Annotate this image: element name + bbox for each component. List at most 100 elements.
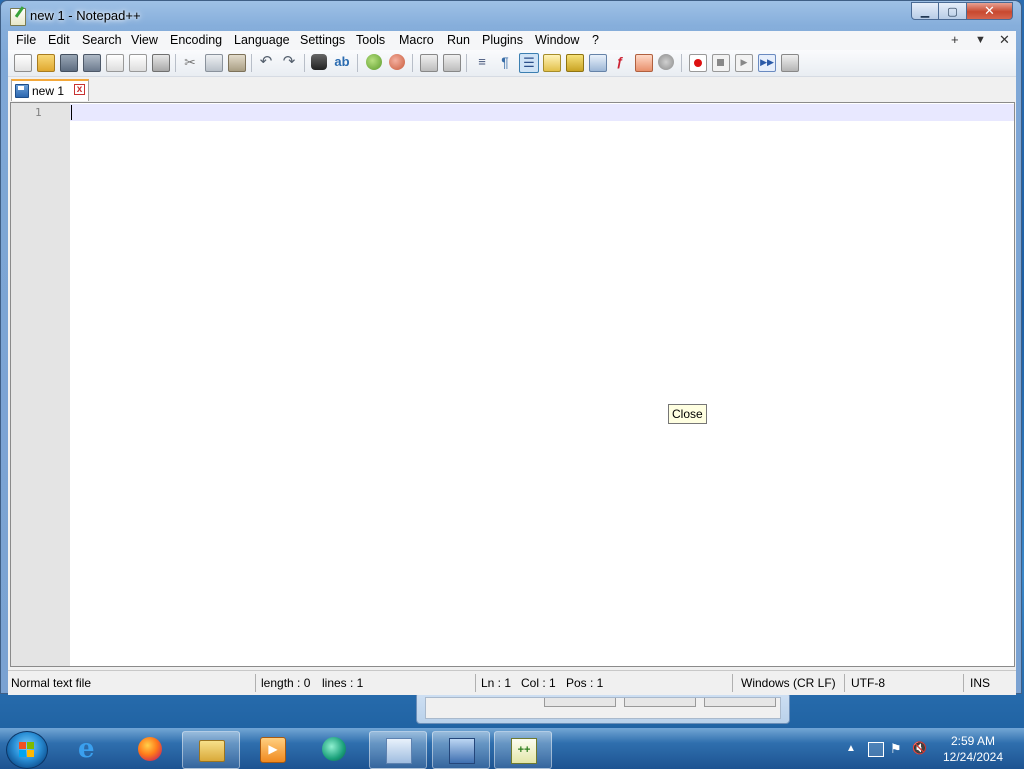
background-dialog xyxy=(416,692,790,724)
action-center-flag-icon[interactable]: ⚑ xyxy=(890,742,904,755)
copy-icon[interactable] xyxy=(205,54,223,72)
tab-label: new 1 xyxy=(32,84,65,98)
taskbar-internet-explorer[interactable]: e xyxy=(62,731,118,767)
status-eol[interactable]: Windows (CR LF) xyxy=(741,676,836,690)
maximize-button[interactable]: ▢ xyxy=(939,2,967,20)
menu-settings[interactable]: Settings xyxy=(300,33,345,47)
taskbar-media-center[interactable] xyxy=(306,731,362,767)
menu-file[interactable]: File xyxy=(16,33,36,47)
menu-window[interactable]: Window xyxy=(535,33,579,47)
open-file-icon[interactable] xyxy=(37,54,55,72)
status-insert-mode[interactable]: INS xyxy=(970,676,990,690)
save-icon[interactable] xyxy=(60,54,78,72)
notepad-plus-plus-icon: ++ xyxy=(511,738,537,764)
new-file-icon[interactable] xyxy=(14,54,32,72)
menu-tools[interactable]: Tools xyxy=(356,33,385,47)
status-col: Col : 1 xyxy=(521,676,556,690)
status-bar: Normal text file length : 0 lines : 1 Ln… xyxy=(8,670,1016,695)
notepad-app-icon[interactable] xyxy=(10,8,26,26)
menu-view[interactable]: View xyxy=(131,33,158,47)
folder-as-workspace-icon[interactable] xyxy=(635,54,653,72)
show-all-characters-icon[interactable]: ¶ xyxy=(497,54,513,70)
sync-vertical-icon[interactable] xyxy=(420,54,438,72)
redo-icon[interactable]: ↷ xyxy=(281,54,297,70)
minimize-button[interactable]: ▁ xyxy=(911,2,939,20)
paste-icon[interactable] xyxy=(228,54,246,72)
zoom-in-icon[interactable] xyxy=(366,54,382,70)
undo-icon[interactable]: ↶ xyxy=(258,54,274,70)
record-macro-icon[interactable] xyxy=(689,54,707,72)
monitoring-icon[interactable] xyxy=(658,54,674,70)
window-title: new 1 - Notepad++ xyxy=(30,8,141,23)
menu-plugins[interactable]: Plugins xyxy=(482,33,523,47)
close-all-icon[interactable] xyxy=(129,54,147,72)
close-file-icon[interactable] xyxy=(106,54,124,72)
status-length: length : 0 xyxy=(261,676,311,690)
find-icon[interactable] xyxy=(311,54,327,70)
status-lines: lines : 1 xyxy=(322,676,364,690)
close-window-button[interactable]: ✕ xyxy=(967,2,1013,20)
user-defined-language-icon[interactable] xyxy=(543,54,561,72)
taskbar-firefox[interactable] xyxy=(122,731,178,767)
taskbar-file-explorer[interactable] xyxy=(182,731,240,769)
menu-macro[interactable]: Macro xyxy=(399,33,434,47)
print-icon[interactable] xyxy=(152,54,170,72)
remote-desktop-icon xyxy=(386,738,412,764)
word-wrap-icon[interactable]: ≡ xyxy=(474,54,490,70)
save-macro-icon[interactable] xyxy=(781,54,799,72)
close-tooltip: Close xyxy=(668,404,707,424)
notepad-plus-plus-window: new 1 - Notepad++ ▁ ▢ ✕ File Edit Search… xyxy=(0,0,1022,695)
current-line-highlight xyxy=(70,104,1014,121)
internet-explorer-icon: e xyxy=(78,734,95,764)
system-tray: ▲ ⚑ 🔇 2:59 AM 12/24/2024 xyxy=(844,729,1024,769)
function-list-icon[interactable]: ƒ xyxy=(612,54,628,70)
editor-area[interactable]: 1 xyxy=(10,102,1015,667)
client-area: File Edit Search View Encoding Language … xyxy=(8,31,1016,695)
tab-new-1[interactable]: new 1 x xyxy=(11,79,89,101)
show-hidden-icons-icon[interactable]: ▲ xyxy=(846,742,860,755)
menu-language[interactable]: Language xyxy=(234,33,290,47)
windows-logo-icon xyxy=(19,742,35,758)
run-macro-multiple-icon[interactable]: ▶▶ xyxy=(758,54,776,72)
folder-icon xyxy=(199,740,225,762)
network-tray-icon[interactable] xyxy=(868,742,884,757)
taskbar-media-player[interactable]: ▶ xyxy=(244,731,300,767)
status-file-type: Normal text file xyxy=(11,676,92,690)
line-number-gutter: 1 xyxy=(11,103,70,666)
taskbar-network[interactable] xyxy=(432,731,490,769)
system-clock[interactable]: 2:59 AM 12/24/2024 xyxy=(938,733,1008,765)
sync-horizontal-icon[interactable] xyxy=(443,54,461,72)
volume-muted-icon[interactable]: 🔇 xyxy=(912,742,927,755)
saved-disk-icon xyxy=(15,84,29,98)
taskbar: e ▶ ++ ▲ ⚑ 🔇 2:59 AM 12/24/2024 xyxy=(0,728,1024,769)
menu-edit[interactable]: Edit xyxy=(48,33,70,47)
status-pos: Pos : 1 xyxy=(566,676,604,690)
cut-icon[interactable]: ✂ xyxy=(182,54,198,70)
zoom-out-icon[interactable] xyxy=(389,54,405,70)
clock-date: 12/24/2024 xyxy=(942,750,1004,764)
playback-icon[interactable]: ▶ xyxy=(735,54,753,72)
stop-recording-icon[interactable] xyxy=(712,54,730,72)
new-tab-plus-icon[interactable]: + xyxy=(951,32,959,47)
menu-search[interactable]: Search xyxy=(82,33,122,47)
indent-guide-icon[interactable]: ☰ xyxy=(519,53,539,73)
start-button[interactable] xyxy=(6,731,48,769)
menu-help[interactable]: ? xyxy=(592,33,599,47)
taskbar-remote-desktop[interactable] xyxy=(369,731,427,769)
menu-encoding[interactable]: Encoding xyxy=(170,33,222,47)
status-encoding[interactable]: UTF-8 xyxy=(851,676,885,690)
status-ln: Ln : 1 xyxy=(481,676,512,690)
text-caret xyxy=(71,105,72,120)
title-bar[interactable]: new 1 - Notepad++ ▁ ▢ ✕ xyxy=(1,1,1021,31)
menu-run[interactable]: Run xyxy=(447,33,470,47)
tab-list-dropdown-icon[interactable]: ▼ xyxy=(975,34,986,46)
save-all-icon[interactable] xyxy=(83,54,101,72)
clock-time: 2:59 AM xyxy=(950,734,996,748)
replace-icon[interactable]: ab xyxy=(334,54,350,70)
caption-buttons: ▁ ▢ ✕ xyxy=(911,2,1013,20)
close-document-icon[interactable]: ✕ xyxy=(999,32,1010,48)
document-map-icon[interactable] xyxy=(566,54,584,72)
taskbar-notepad-plus-plus[interactable]: ++ xyxy=(494,731,552,769)
close-tab-icon[interactable]: x xyxy=(74,84,85,95)
document-list-icon[interactable] xyxy=(589,54,607,72)
